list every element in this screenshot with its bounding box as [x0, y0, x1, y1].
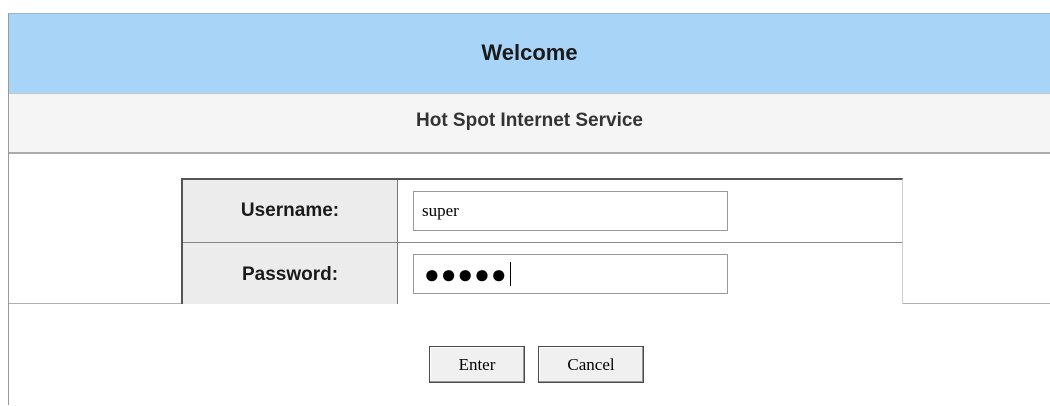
- service-subtitle: Hot Spot Internet Service: [416, 110, 643, 131]
- password-cell: ●●●●●: [399, 243, 902, 306]
- password-input[interactable]: ●●●●●: [413, 254, 728, 294]
- username-label: Username:: [183, 180, 398, 242]
- page-title: Welcome: [481, 40, 578, 65]
- login-table: Username: Password: ●●●●●: [181, 178, 903, 308]
- header-banner: Welcome: [9, 14, 1050, 94]
- username-row: Username:: [183, 180, 902, 243]
- password-mask: ●●●●●: [424, 259, 508, 289]
- subtitle-band: Hot Spot Internet Service: [9, 94, 1050, 154]
- password-label: Password:: [183, 243, 398, 306]
- text-caret: [509, 262, 511, 286]
- username-cell: [399, 180, 902, 242]
- enter-button[interactable]: Enter: [429, 346, 525, 383]
- login-form-area: Username: Password: ●●●●●: [9, 154, 1050, 308]
- username-input[interactable]: [413, 191, 728, 231]
- login-page: Welcome Hot Spot Internet Service Userna…: [8, 13, 1050, 406]
- cancel-button[interactable]: Cancel: [538, 346, 644, 383]
- password-row: Password: ●●●●●: [183, 243, 902, 306]
- button-area: Enter Cancel: [9, 304, 1050, 406]
